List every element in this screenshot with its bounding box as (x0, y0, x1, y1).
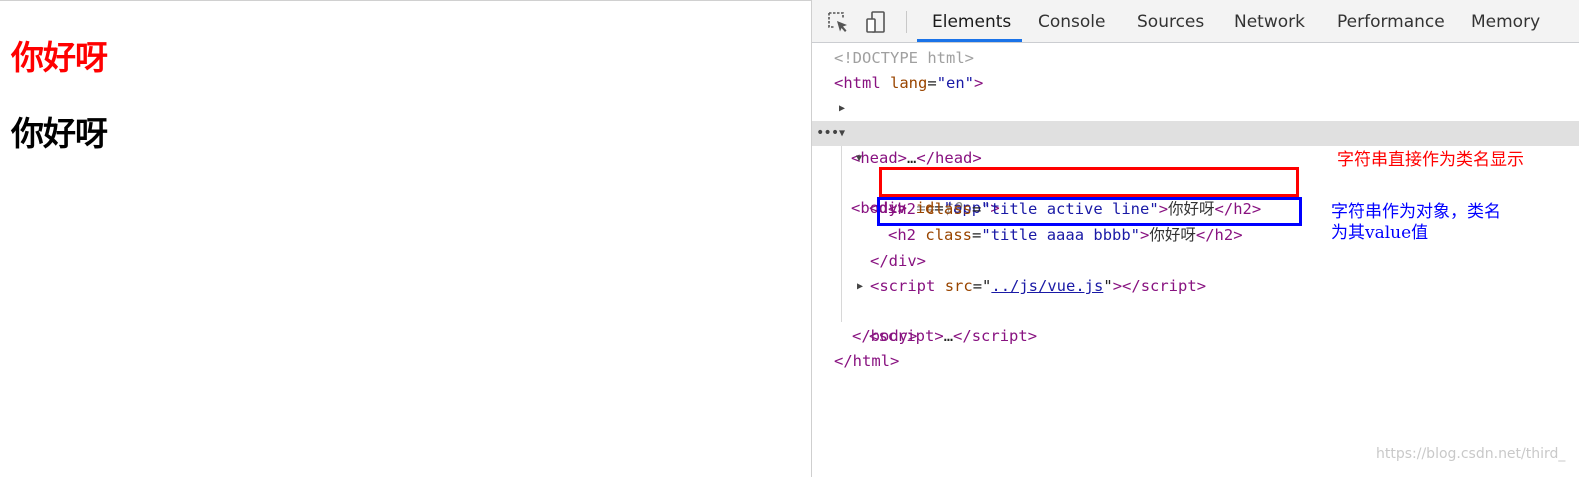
highlight-box-blue (877, 197, 1302, 226)
active-tab-indicator (917, 39, 1022, 42)
html-attr-value: "en" (936, 74, 975, 92)
dom-node-doctype[interactable]: <!DOCTYPE html> (812, 46, 1579, 71)
inspect-element-icon[interactable] (827, 11, 849, 33)
tab-sources[interactable]: Sources (1137, 0, 1204, 42)
expand-arrow-icon[interactable]: ▶ (857, 274, 863, 299)
tab-network[interactable]: Network (1234, 0, 1305, 42)
heading-red: 你好呀 (11, 38, 108, 77)
page-viewport: 你好呀 你好呀 (0, 0, 811, 478)
dom-tree: <!DOCTYPE html> <html lang="en"> ▶ <head… (812, 43, 1579, 477)
collapse-arrow-icon[interactable]: ▼ (839, 121, 845, 146)
html-close-tag-name: html (852, 352, 890, 370)
tab-elements[interactable]: Elements (932, 0, 1011, 42)
html-tag-name: html (843, 74, 881, 92)
doctype-text: <!DOCTYPE html> (834, 49, 974, 67)
dom-node-body[interactable]: ••• ▼ <body> == $0 (812, 121, 1579, 217)
dom-node-head[interactable]: ▶ <head>…</head> (812, 96, 1579, 167)
toolbar-separator (906, 11, 907, 33)
dom-node-script-inline[interactable]: ▶ <script>…</script> (812, 274, 1579, 345)
highlight-box-red (879, 167, 1299, 197)
annotation-red-note: 字符串直接作为类名显示 (1337, 150, 1524, 170)
dom-node-html[interactable]: <html lang="en"> (812, 71, 1579, 96)
tab-performance[interactable]: Performance (1337, 0, 1445, 42)
heading-black: 你好呀 (11, 114, 108, 153)
tab-memory[interactable]: Memory (1471, 0, 1540, 42)
device-toolbar-icon[interactable] (866, 11, 888, 33)
dom-node-script-src[interactable]: <script src="../js/vue.js"></script> (812, 249, 1579, 295)
more-options-icon[interactable]: ••• (816, 121, 839, 146)
expand-arrow-icon[interactable]: ▶ (839, 96, 845, 121)
tab-console[interactable]: Console (1038, 0, 1106, 42)
dom-node-html-close[interactable]: </html> (812, 324, 1579, 370)
devtools-tabbar: Elements Console Sources Network Perform… (812, 0, 1579, 43)
collapse-arrow-icon[interactable]: ▼ (856, 146, 862, 171)
annotation-blue-note: 字符串作为对象，类名 为其value值 (1331, 202, 1501, 243)
html-attr-name: lang (890, 74, 928, 92)
watermark-text: https://blog.csdn.net/third_ (1376, 446, 1566, 462)
dom-node-body-close[interactable]: </body> (812, 299, 1579, 345)
